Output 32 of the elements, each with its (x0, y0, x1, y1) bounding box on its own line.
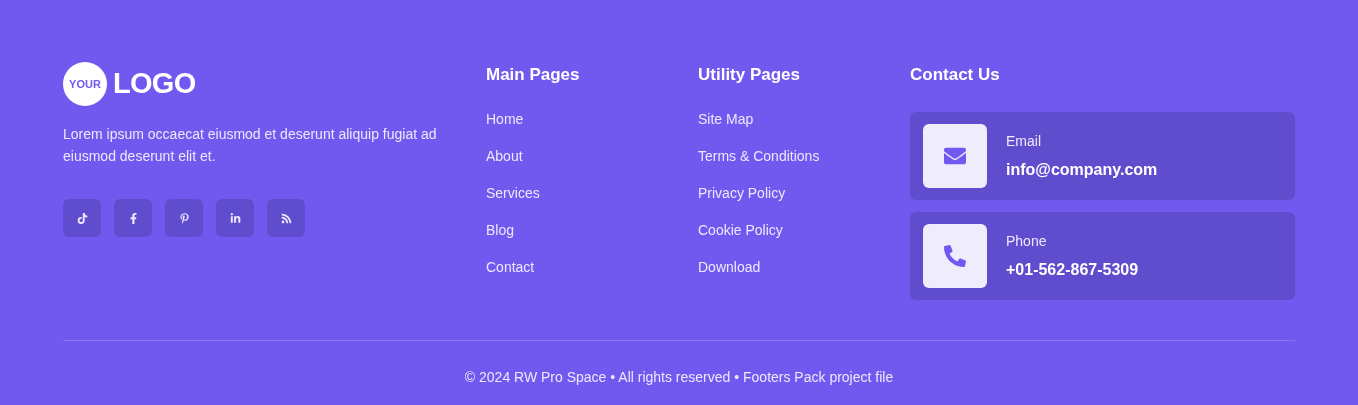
social-button[interactable] (165, 199, 203, 237)
column-title: Utility Pages (698, 64, 802, 86)
contact-value: +01-562-867-5309 (1006, 259, 1139, 280)
social-button[interactable] (63, 199, 101, 237)
description: Lorem ipsum occaecat eiusmod et deserunt aliquip fugiat ad eiusmod deserunt elit et. (63, 125, 438, 166)
footer-link[interactable]: Download (698, 257, 761, 277)
rss-icon (280, 212, 292, 224)
social-button[interactable] (114, 199, 152, 237)
footer-link[interactable]: Site Map (698, 109, 754, 129)
logo-badge: YOUR (63, 62, 107, 106)
tiktok-icon (76, 212, 88, 224)
social-button[interactable] (216, 199, 254, 237)
social-button[interactable] (267, 199, 305, 237)
footer-link[interactable]: Services (486, 183, 540, 203)
footer-link[interactable]: Privacy Policy (698, 183, 786, 203)
footer-link[interactable]: Contact (486, 257, 535, 277)
envelope-icon (944, 145, 966, 167)
column-title: Contact Us (910, 64, 1001, 86)
footer-link[interactable]: Cookie Policy (698, 220, 783, 240)
copyright: © 2024 RW Pro Space • All rights reserved • Footers Pack project file (464, 368, 894, 387)
phone-icon (944, 245, 966, 267)
footer-link[interactable]: Blog (486, 220, 515, 240)
footer-link[interactable]: About (486, 146, 523, 166)
footer-link[interactable]: Home (486, 109, 524, 129)
footer-link[interactable]: Terms & Conditions (698, 146, 820, 166)
contact-value: info@company.com (1006, 159, 1158, 180)
contact-label: Phone (1006, 231, 1048, 251)
logo-text: LOGO (113, 66, 196, 102)
contact-label: Email (1006, 131, 1042, 151)
pinterest-icon (178, 212, 190, 224)
linkedin-icon (229, 212, 241, 224)
column-title: Main Pages (486, 64, 581, 86)
